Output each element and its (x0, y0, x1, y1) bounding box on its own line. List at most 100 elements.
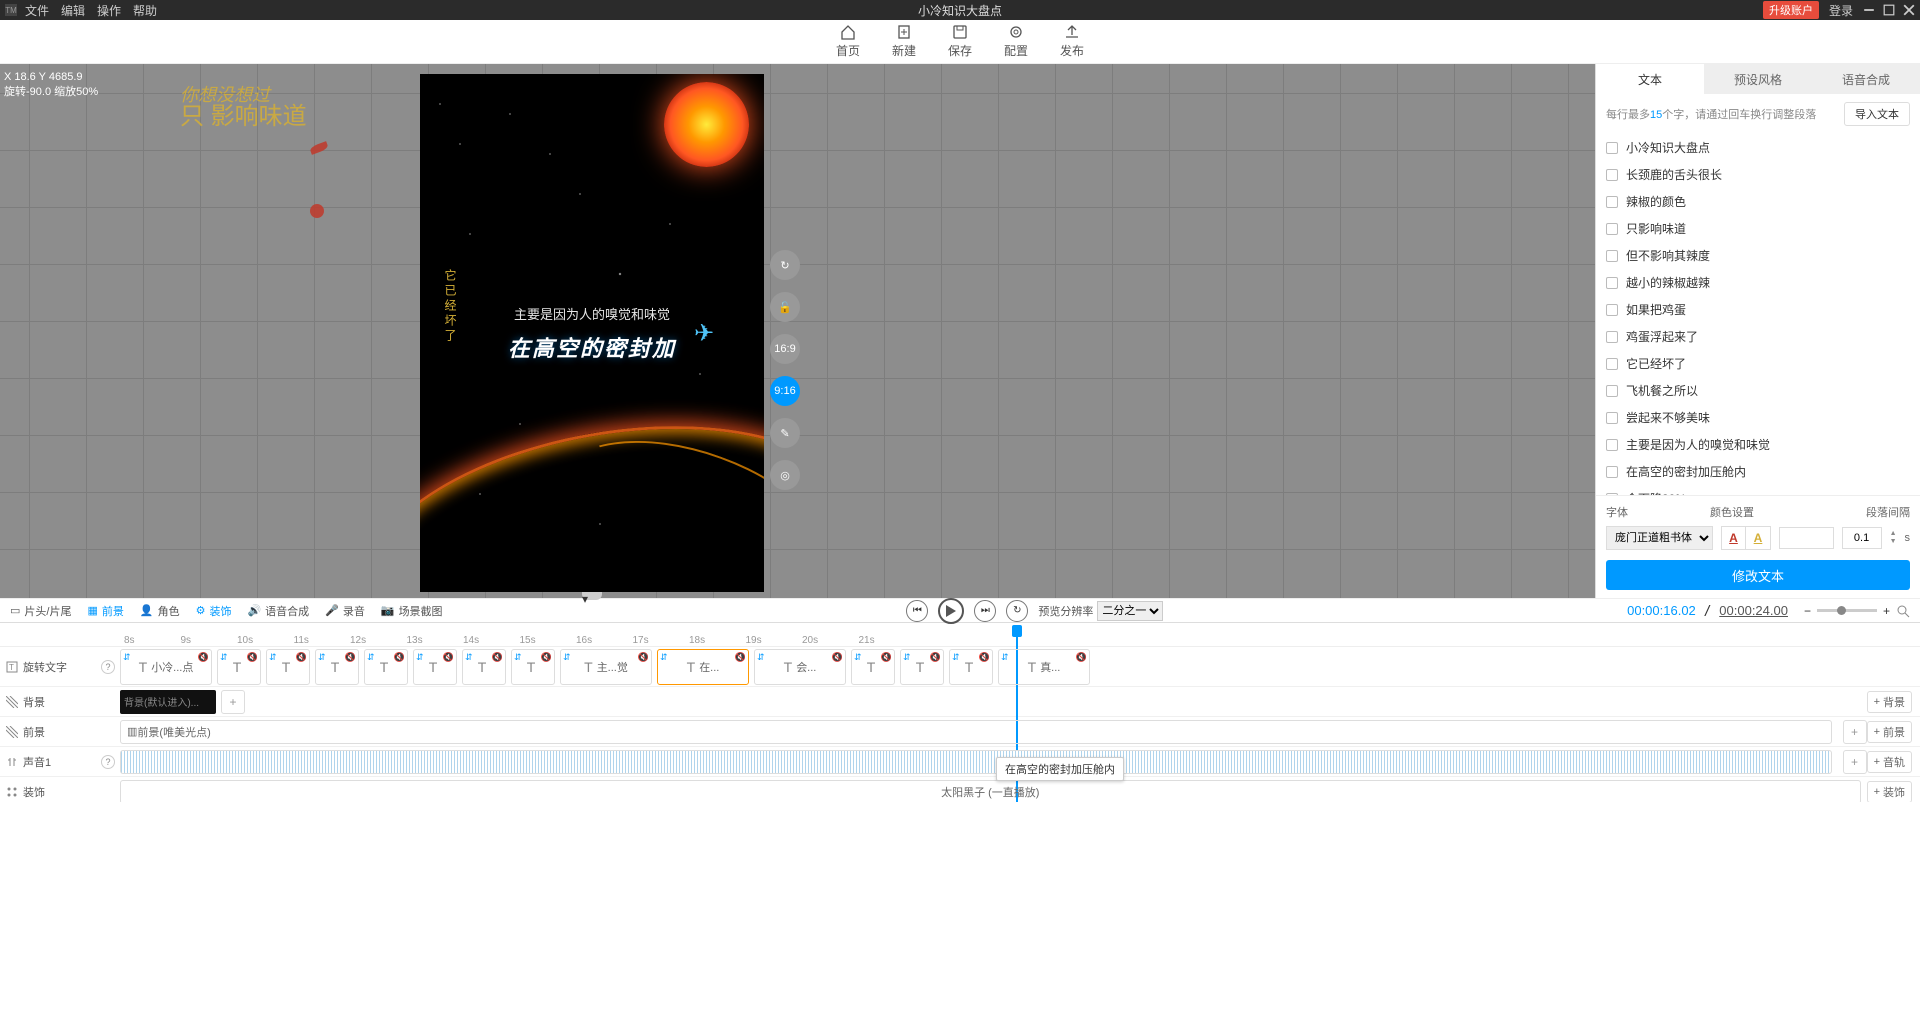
add-bg-track-button[interactable]: + 背景 (1867, 691, 1912, 713)
line-checkbox[interactable] (1606, 142, 1618, 154)
line-checkbox[interactable] (1606, 277, 1618, 289)
timeline-clip[interactable]: ⇵🔇T (364, 649, 408, 685)
tab-tts[interactable]: 语音合成 (1812, 64, 1920, 94)
bt-role[interactable]: 👤角色 (140, 603, 180, 619)
text-line-item[interactable]: 但不影响其辣度 (1606, 242, 1910, 269)
text-line-item[interactable]: 越小的辣椒越辣 (1606, 269, 1910, 296)
menu-file[interactable]: 文件 (25, 2, 49, 19)
rotate-btn[interactable]: ↻ (770, 250, 800, 280)
timeline-clip[interactable]: ⇵🔇T (462, 649, 506, 685)
ratio-169-btn[interactable]: 16:9 (770, 334, 800, 364)
toolbar-publish[interactable]: 发布 (1060, 24, 1084, 59)
text-line-list[interactable]: 小冷知识大盘点长颈鹿的舌头很长辣椒的颜色只影响味道但不影响其辣度越小的辣椒越辣如… (1596, 134, 1920, 495)
preview-handle[interactable]: ▾ (582, 592, 602, 600)
text-line-item[interactable]: 鸡蛋浮起来了 (1606, 323, 1910, 350)
timeline-clip[interactable]: ⇵🔇T会... (754, 649, 846, 685)
timeline-clip[interactable]: ⇵🔇T (266, 649, 310, 685)
add-bg-button[interactable]: + (221, 690, 245, 714)
close-icon[interactable] (1903, 4, 1915, 16)
line-checkbox[interactable] (1606, 331, 1618, 343)
login-button[interactable]: 登录 (1829, 2, 1853, 19)
zoom-out-button[interactable]: − (1804, 604, 1811, 618)
upgrade-button[interactable]: 升级账户 (1763, 1, 1819, 19)
timeline-clip[interactable]: ⇵🔇T (217, 649, 261, 685)
text-line-item[interactable]: 小冷知识大盘点 (1606, 134, 1910, 161)
toolbar-new[interactable]: 新建 (892, 24, 916, 59)
line-checkbox[interactable] (1606, 304, 1618, 316)
add-decor-track-button[interactable]: + 装饰 (1867, 781, 1912, 803)
toolbar-save[interactable]: 保存 (948, 24, 972, 59)
line-checkbox[interactable] (1606, 439, 1618, 451)
line-checkbox[interactable] (1606, 196, 1618, 208)
help-icon[interactable]: ? (101, 660, 115, 674)
text-line-item[interactable]: 会下降30% (1606, 485, 1910, 495)
import-text-button[interactable]: 导入文本 (1844, 102, 1910, 126)
add-fg-button[interactable]: + (1843, 720, 1867, 744)
decor-clip[interactable]: 太阳黑子 (一直播放) (120, 780, 1861, 803)
add-audio-button[interactable]: + (1843, 750, 1867, 774)
bt-head-tail[interactable]: ▭片头/片尾 (10, 603, 71, 619)
bt-tts[interactable]: 🔊语音合成 (247, 603, 309, 619)
zoom-slider[interactable] (1817, 609, 1877, 612)
text-line-item[interactable]: 飞机餐之所以 (1606, 377, 1910, 404)
help-icon[interactable]: ? (101, 755, 115, 769)
timeline-clip[interactable]: ⇵🔇T (511, 649, 555, 685)
font-select[interactable]: 庞门正道粗书体 (1606, 526, 1713, 550)
tab-text[interactable]: 文本 (1596, 64, 1704, 94)
bt-decoration[interactable]: ⚙装饰 (196, 603, 232, 619)
fg-clip[interactable]: ▥ 前景(唯美光点) (120, 720, 1832, 744)
ratio-916-btn[interactable]: 9:16 (770, 376, 800, 406)
modify-text-button[interactable]: 修改文本 (1606, 560, 1910, 590)
color-swatch[interactable] (1779, 527, 1834, 549)
line-checkbox[interactable] (1606, 385, 1618, 397)
text-line-item[interactable]: 只影响味道 (1606, 215, 1910, 242)
menu-action[interactable]: 操作 (97, 2, 121, 19)
target-btn[interactable]: ◎ (770, 460, 800, 490)
menu-edit[interactable]: 编辑 (61, 2, 85, 19)
line-checkbox[interactable] (1606, 250, 1618, 262)
timeline-clip[interactable]: ⇵🔇T小冷...点 (120, 649, 212, 685)
timeline-clip[interactable]: ⇵🔇T (413, 649, 457, 685)
edit-btn[interactable]: ✎ (770, 418, 800, 448)
lock-btn[interactable]: 🔓 (770, 292, 800, 322)
audio-clip[interactable] (120, 750, 1832, 774)
timeline-clip[interactable]: ⇵🔇T在... (657, 649, 749, 685)
menu-help[interactable]: 帮助 (133, 2, 157, 19)
spacing-input[interactable] (1842, 527, 1882, 549)
bt-record[interactable]: 🎤录音 (325, 603, 365, 619)
loop-button[interactable]: ↻ (1006, 600, 1028, 622)
text-line-item[interactable]: 它已经坏了 (1606, 350, 1910, 377)
bg-clip[interactable]: 背景(默认进入)... (120, 690, 216, 714)
timeline-clip[interactable]: ⇵🔇T (315, 649, 359, 685)
timeline-clip[interactable]: ⇵🔇T真... (998, 649, 1090, 685)
text-line-item[interactable]: 尝起来不够美味 (1606, 404, 1910, 431)
line-checkbox[interactable] (1606, 466, 1618, 478)
add-fg-track-button[interactable]: + 前景 (1867, 721, 1912, 743)
zoom-in-button[interactable]: + (1883, 604, 1890, 618)
text-color-buttons[interactable]: AA (1721, 526, 1771, 550)
text-line-item[interactable]: 辣椒的颜色 (1606, 188, 1910, 215)
timeline-clip[interactable]: ⇵🔇T主...觉 (560, 649, 652, 685)
preview-viewport[interactable]: 它已经坏了 主要是因为人的嗅觉和味觉 在高空的密封加 ✈ (420, 74, 764, 592)
line-checkbox[interactable] (1606, 223, 1618, 235)
text-line-item[interactable]: 在高空的密封加压舱内 (1606, 458, 1910, 485)
maximize-icon[interactable] (1883, 4, 1895, 16)
text-line-item[interactable]: 长颈鹿的舌头很长 (1606, 161, 1910, 188)
playhead[interactable] (1012, 625, 1022, 637)
play-button[interactable] (938, 598, 964, 624)
tab-preset[interactable]: 预设风格 (1704, 64, 1812, 94)
toolbar-config[interactable]: 配置 (1004, 24, 1028, 59)
timeline-ruler[interactable]: 8s9s10s11s12s13s14s15s16s17s18s19s20s21s (0, 623, 1920, 647)
bt-foreground[interactable]: ▦前景 (87, 603, 123, 619)
text-line-item[interactable]: 主要是因为人的嗅觉和味觉 (1606, 431, 1910, 458)
timeline-clip[interactable]: ⇵🔇T (949, 649, 993, 685)
spacing-stepper[interactable]: ▲▼ (1890, 530, 1897, 546)
add-audio-track-button[interactable]: + 音轨 (1867, 751, 1912, 773)
text-line-item[interactable]: 如果把鸡蛋 (1606, 296, 1910, 323)
line-checkbox[interactable] (1606, 169, 1618, 181)
timeline-clip[interactable]: ⇵🔇T (900, 649, 944, 685)
line-checkbox[interactable] (1606, 412, 1618, 424)
prev-frame-button[interactable]: ⏮ (906, 600, 928, 622)
bt-screenshot[interactable]: 📷场景截图 (381, 603, 443, 619)
zoom-fit-icon[interactable] (1896, 604, 1910, 618)
